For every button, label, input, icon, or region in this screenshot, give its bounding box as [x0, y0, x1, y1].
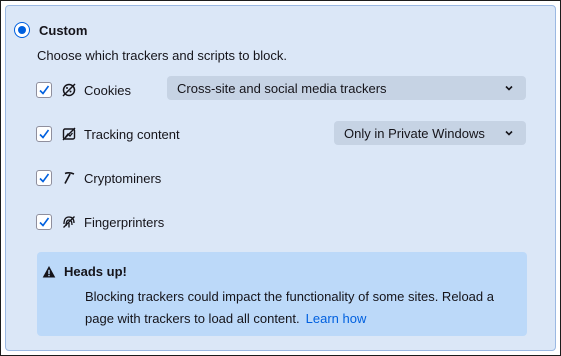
cookies-select-value: Cross-site and social media trackers [177, 80, 387, 96]
chevron-down-icon [505, 85, 513, 91]
tracking-content-checkbox[interactable] [36, 126, 52, 142]
learn-how-link[interactable]: Learn how [306, 311, 367, 326]
cryptominer-icon [62, 171, 76, 185]
notice-header: Heads up! [42, 264, 127, 279]
tracking-content-select[interactable]: Only in Private Windows [334, 121, 526, 145]
checkmark-icon [39, 173, 50, 183]
fingerprinters-row: Fingerprinters [36, 211, 164, 233]
cryptominers-label: Cryptominers [84, 170, 162, 186]
cookies-checkbox[interactable] [36, 82, 52, 98]
notice-text: Blocking trackers could impact the funct… [85, 289, 494, 326]
warning-icon [42, 265, 56, 277]
custom-label: Custom [39, 22, 88, 38]
heads-up-notice: Heads up! Blocking trackers could impact… [37, 252, 527, 336]
tracking-content-row: Tracking content [36, 123, 180, 145]
tracking-content-icon [62, 127, 76, 141]
checkmark-icon [39, 129, 50, 139]
cryptominers-checkbox[interactable] [36, 170, 52, 186]
checkmark-icon [39, 217, 50, 227]
cookies-select[interactable]: Cross-site and social media trackers [167, 76, 526, 100]
custom-section: Custom Choose which trackers and scripts… [5, 5, 556, 351]
cryptominers-row: Cryptominers [36, 167, 161, 189]
custom-radio-row[interactable]: Custom [14, 20, 87, 40]
cookie-icon [62, 83, 76, 97]
cookies-label: Cookies [84, 82, 131, 98]
radio-selected-dot [18, 26, 26, 34]
cookies-row: Cookies [36, 79, 131, 101]
fingerprint-icon [62, 215, 76, 229]
custom-description: Choose which trackers and scripts to blo… [37, 48, 287, 63]
dialog-frame: Custom Choose which trackers and scripts… [0, 0, 561, 356]
tracking-content-select-value: Only in Private Windows [344, 125, 485, 141]
checkmark-icon [39, 85, 50, 95]
fingerprinters-checkbox[interactable] [36, 214, 52, 230]
custom-radio[interactable] [14, 22, 30, 38]
notice-title: Heads up! [64, 264, 127, 279]
fingerprinters-label: Fingerprinters [84, 214, 165, 230]
tracking-content-label: Tracking content [84, 126, 180, 142]
chevron-down-icon [505, 130, 513, 136]
notice-body: Blocking trackers could impact the funct… [85, 286, 515, 330]
